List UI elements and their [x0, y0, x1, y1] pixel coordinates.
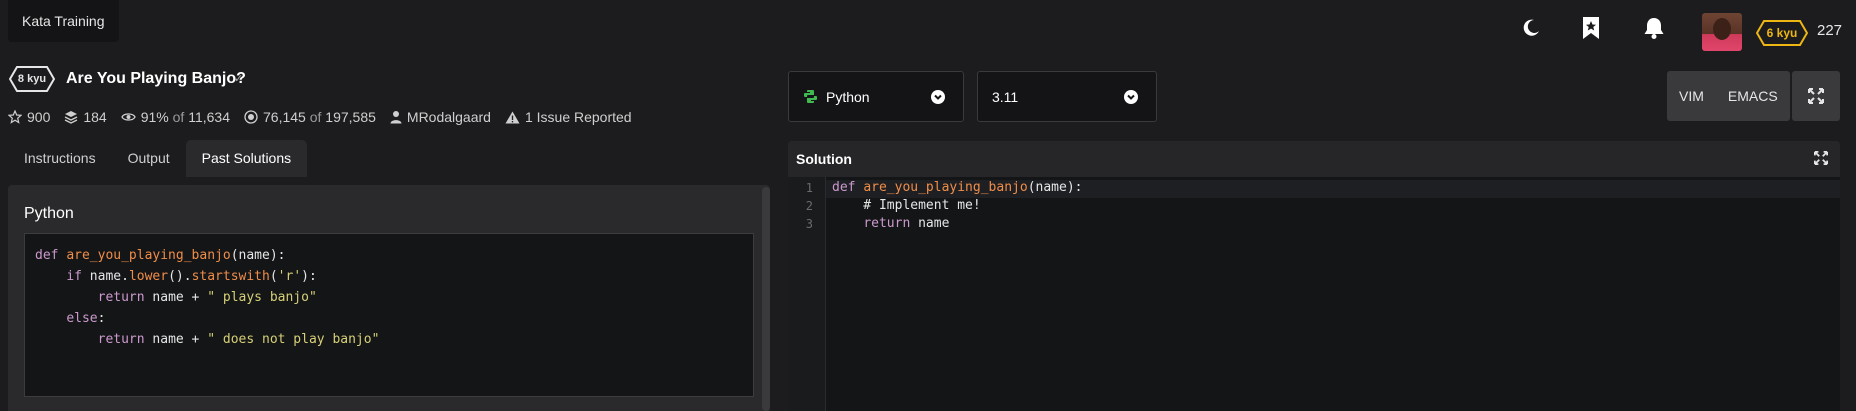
bookmark-star-icon[interactable] — [1577, 14, 1605, 42]
stars-stat[interactable]: 900 — [8, 109, 50, 125]
kata-stats: 900 184 91% of 11,634 76,145 of 197,585 … — [8, 109, 646, 125]
top-bar: Kata Training 6 kyu 227 — [0, 0, 1856, 51]
line-number: 2 — [805, 199, 813, 213]
past-solution-language: Python — [24, 205, 74, 222]
eye-icon — [120, 113, 136, 121]
user-rank-badge: 6 kyu — [1756, 20, 1808, 46]
expand-icon — [1808, 88, 1824, 104]
code-line: return name + " does not play banjo" — [97, 332, 380, 347]
brand-tab-label: Kata Training — [22, 13, 105, 29]
completed-of: of — [309, 109, 322, 125]
kata-rank-badge: 8 kyu — [9, 66, 55, 92]
satisfaction-stat: 91% of 11,634 — [120, 109, 230, 125]
line-number-gutter: 1 2 3 — [788, 177, 826, 411]
chevron-down-icon — [931, 90, 945, 104]
issues-label: 1 Issue Reported — [524, 109, 632, 125]
warning-icon — [505, 111, 520, 123]
past-solutions-panel: Python def are_you_playing_banjo(name): … — [8, 185, 770, 411]
left-panel-scrollbar[interactable] — [762, 187, 770, 411]
editor-mode-group: VIM EMACS — [1667, 71, 1790, 121]
author-stat[interactable]: MRodalgaard — [390, 109, 491, 125]
star-icon — [8, 110, 22, 124]
emacs-mode-button[interactable]: EMACS — [1716, 71, 1790, 121]
collections-count: 184 — [83, 109, 107, 125]
layers-icon — [65, 111, 78, 124]
bell-icon[interactable] — [1640, 14, 1668, 42]
user-rank-label: 6 kyu — [1766, 26, 1798, 40]
version-select[interactable]: 3.11 — [977, 71, 1157, 122]
kata-title: Are You Playing Banjo? — [66, 70, 246, 87]
solution-editor[interactable]: 1 2 3 def are_you_playing_banjo(name): #… — [788, 177, 1840, 411]
tab-output[interactable]: Output — [112, 140, 186, 177]
code-line: def are_you_playing_banjo(name): — [832, 180, 1083, 195]
language-select-value: Python — [826, 88, 870, 105]
kata-rank-label: 8 kyu — [17, 73, 47, 85]
language-select[interactable]: Python — [788, 71, 964, 122]
code-line: return name — [863, 216, 950, 231]
collections-stat[interactable]: 184 — [64, 109, 107, 125]
solution-header: Solution — [788, 141, 1840, 177]
completed-count: 76,145 — [263, 109, 306, 125]
completions-stat: 76,145 of 197,585 — [244, 109, 376, 125]
fullscreen-button[interactable] — [1792, 71, 1840, 121]
vim-mode-button[interactable]: VIM — [1667, 71, 1716, 121]
target-icon — [244, 110, 258, 124]
chevron-down-icon — [1124, 90, 1138, 104]
line-number: 1 — [805, 181, 813, 195]
code-line: return name + " plays banjo" — [97, 290, 317, 305]
author-name: MRodalgaard — [406, 109, 491, 125]
python-logo-icon — [804, 90, 817, 103]
tab-instructions[interactable]: Instructions — [8, 140, 112, 177]
past-solution-code: def are_you_playing_banjo(name): if name… — [24, 233, 754, 397]
satisfaction-of: of — [172, 109, 185, 125]
kata-tabs: Instructions Output Past Solutions — [8, 140, 308, 177]
satisfaction-votes: 11,634 — [188, 109, 230, 125]
code-line: # Implement me! — [832, 198, 981, 213]
line-number: 3 — [805, 217, 813, 231]
chevron-down-icon[interactable]: ✓ — [234, 72, 243, 85]
version-select-value: 3.11 — [992, 88, 1019, 105]
solution-title: Solution — [796, 151, 852, 167]
attempted-count: 197,585 — [325, 109, 376, 125]
expand-icon[interactable] — [1814, 151, 1828, 170]
satisfaction-rate: 91% — [140, 109, 169, 125]
code-line: else: — [66, 311, 106, 326]
kata-training-tab[interactable]: Kata Training — [8, 0, 119, 42]
honor-points: 227 — [1817, 22, 1843, 39]
user-avatar[interactable] — [1702, 13, 1742, 51]
tab-past-solutions[interactable]: Past Solutions — [185, 140, 308, 177]
code-line: def are_you_playing_banjo(name): — [35, 248, 286, 263]
stars-count: 900 — [27, 109, 51, 125]
issues-stat[interactable]: 1 Issue Reported — [505, 109, 632, 125]
user-icon — [390, 111, 402, 124]
moon-icon[interactable] — [1517, 14, 1545, 42]
code-line: if name.lower().startswith('r'): — [66, 269, 317, 284]
